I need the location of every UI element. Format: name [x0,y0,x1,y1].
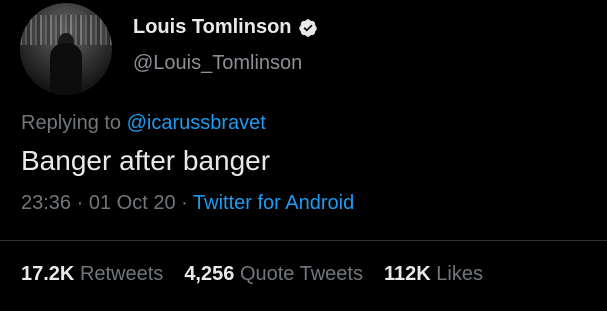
replying-to-line: Replying to @icarussbravet [21,112,266,135]
tweet-meta: 23:36 · 01 Oct 20 · Twitter for Android [21,192,354,215]
tweet-date[interactable]: 01 Oct 20 [89,192,176,214]
tweet-text: Banger after banger [21,145,271,176]
quote-tweets-stat[interactable]: 4,256 Quote Tweets [184,263,363,286]
retweets-stat[interactable]: 17.2K Retweets [21,263,163,286]
stats-divider [0,240,607,241]
engagement-stats: 17.2K Retweets 4,256 Quote Tweets 112K L… [21,263,504,286]
reply-mention-link[interactable]: @icarussbravet [127,112,266,134]
author-name-row[interactable]: Louis Tomlinson [133,16,318,39]
quote-tweets-label: Quote Tweets [239,263,363,285]
retweets-label: Retweets [79,263,164,285]
quote-tweets-count: 4,256 [184,263,235,285]
tweet-time[interactable]: 23:36 [21,192,71,214]
meta-separator: · [181,192,188,214]
likes-label: Likes [436,263,483,285]
avatar-figure [50,43,82,95]
retweets-count: 17.2K [21,263,75,285]
avatar[interactable] [20,3,112,95]
likes-stat[interactable]: 112K Likes [384,263,483,286]
author-handle[interactable]: @Louis_Tomlinson [133,52,302,75]
replying-to-label: Replying to [21,112,122,134]
likes-count: 112K [383,263,431,285]
author-display-name[interactable]: Louis Tomlinson [133,16,292,39]
verified-badge-icon [298,18,318,38]
tweet-source-link[interactable]: Twitter for Android [193,192,354,214]
meta-separator: · [76,192,84,214]
